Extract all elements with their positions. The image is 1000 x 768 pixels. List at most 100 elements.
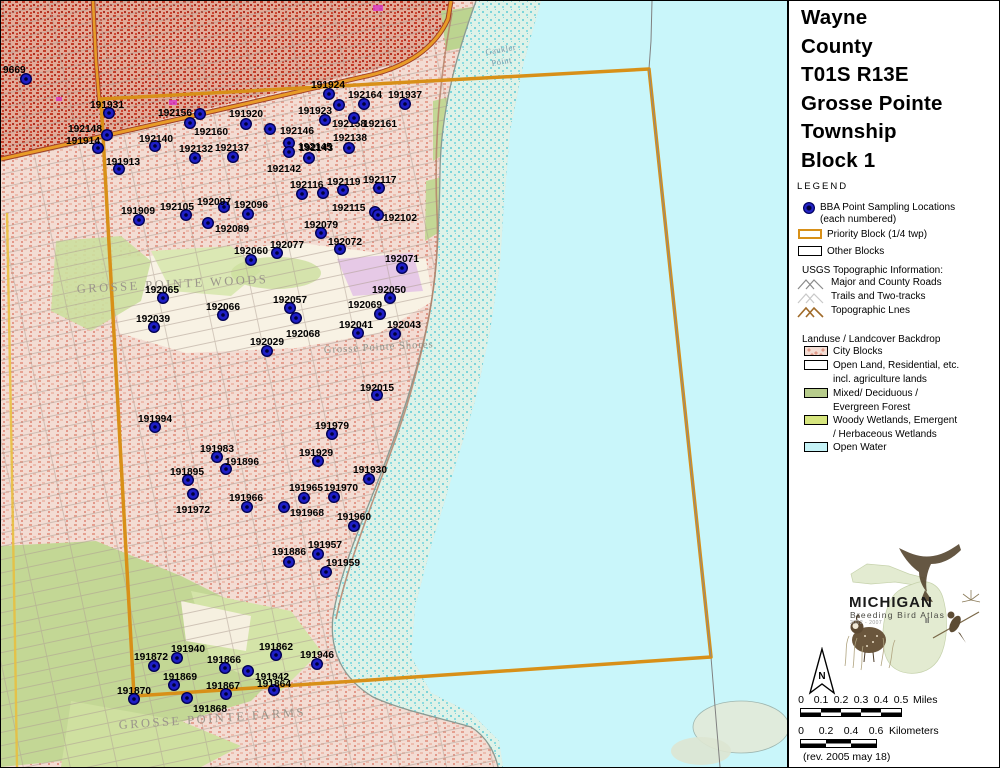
- bba-point-label: 191909: [121, 206, 155, 217]
- usgs-heading: USGS Topographic Information:: [802, 265, 943, 276]
- bba-point-label: 191946: [300, 650, 334, 661]
- title-line: Block 1: [801, 147, 943, 176]
- legend-label-line: BBA Point Sampling Locations: [820, 202, 955, 213]
- bba-point-label: 191864: [257, 679, 291, 690]
- bba-point-label: 191895: [170, 467, 204, 478]
- bba-point-label: 191866: [207, 655, 241, 666]
- legend-item-open-land: Open Land, Residential, etc.: [804, 360, 959, 372]
- forest-swatch-icon: [804, 388, 828, 398]
- legend-label: Woody Wetlands, Emergent: [833, 415, 957, 427]
- bba-point-label: 192077: [270, 240, 304, 251]
- bba-point-label: 192057: [273, 295, 307, 306]
- topo-lines-symbol-icon: [796, 305, 826, 319]
- title-line: County: [801, 33, 943, 62]
- legend-label: Priority Block (1/4 twp): [827, 229, 927, 241]
- bba-point-label: 192148: [68, 124, 102, 135]
- bba-point-label: 191970: [324, 483, 358, 494]
- bba-point-label: 192132: [179, 144, 213, 155]
- bba-point-label: 191994: [138, 414, 172, 425]
- km-scale-labels: 0 0.2 0.4 0.6 Kilometers: [789, 725, 1000, 738]
- mbba-logo: MICHIGAN Breeding Bird Atlas 2002 - 2007…: [837, 544, 991, 678]
- logo-subtitle: Breeding Bird Atlas: [850, 610, 945, 620]
- landuse-heading: Landuse / Landcover Backdrop: [802, 334, 940, 345]
- trails-symbol-icon: [796, 291, 826, 305]
- priority-block-swatch-icon: [798, 229, 822, 239]
- legend-label: Topographic Lnes: [831, 305, 910, 317]
- legend-item-trails: Trails and Two-tracks: [796, 291, 925, 305]
- bba-point-label: 192146: [280, 126, 314, 137]
- miles-scale-labels: 0 0.1 0.2 0.3 0.4 0.5 Miles: [789, 694, 1000, 707]
- bba-point-label: 192068: [286, 329, 320, 340]
- bba-point-label: 192015: [360, 383, 394, 394]
- bba-point-label: 191870: [117, 686, 151, 697]
- bba-point-label: 192041: [339, 320, 373, 331]
- bba-point-label: 191940: [171, 644, 205, 655]
- bba-point-label: 191931: [90, 100, 124, 111]
- scale-tick: 0: [798, 694, 804, 706]
- bba-point-label: 192138: [333, 133, 367, 144]
- legend-label: Other Blocks: [827, 246, 884, 258]
- north-label: N: [818, 671, 825, 682]
- miles-scale-bar: [800, 708, 902, 717]
- bba-point-label: 191960: [337, 512, 371, 523]
- bba-point-label: 191965: [289, 483, 323, 494]
- logo-numeral: II: [925, 616, 929, 625]
- legend-label: Trails and Two-tracks: [831, 291, 925, 303]
- scale-unit: Miles: [913, 694, 938, 706]
- scale-tick: 0.4: [874, 694, 889, 706]
- legend-label: BBA Point Sampling Locations (each numbe…: [820, 202, 955, 225]
- bba-point-label: 191968: [290, 508, 324, 519]
- bba-point-label: 191979: [315, 421, 349, 432]
- title-line: Township: [801, 118, 943, 147]
- bba-point-label: 9669: [3, 65, 26, 76]
- bba-point-label: 192160: [194, 127, 228, 138]
- map-canvas: GROSSE POINTE WOODSGrosse Pointe ShoresG…: [1, 1, 787, 767]
- legend-item-topo-lines: Topographic Lnes: [796, 305, 910, 319]
- other-blocks-swatch-icon: [798, 246, 822, 256]
- bba-point-label: 192102: [383, 213, 417, 224]
- bba-point: [318, 188, 329, 199]
- bba-dot-swatch-icon: [803, 202, 815, 214]
- bba-point-label: 191868: [193, 704, 227, 715]
- logo-title: MICHIGAN: [849, 594, 933, 611]
- bba-point-label: 192065: [145, 285, 179, 296]
- bba-point-label: 191983: [200, 444, 234, 455]
- map-title: Wayne County T01S R13E Grosse Pointe Tow…: [801, 4, 943, 175]
- legend-item-major-roads: Major and County Roads: [796, 277, 942, 291]
- bba-point-label: 192029: [250, 337, 284, 348]
- legend-item-city-blocks: City Blocks: [804, 346, 882, 358]
- bba-point-label: 191862: [259, 642, 293, 653]
- open-land-swatch-icon: [804, 360, 828, 370]
- title-line: Grosse Pointe: [801, 90, 943, 119]
- north-arrow-icon: N: [807, 647, 837, 697]
- scale-tick: 0.1: [814, 694, 829, 706]
- legend-item-forest: Mixed/ Deciduous /: [804, 388, 918, 400]
- bba-point-label: 192043: [387, 320, 421, 331]
- bba-point-label: 192161: [363, 119, 397, 130]
- legend-label-continued: / Herbaceous Wetlands: [833, 429, 937, 440]
- legend-label-line: (each numbered): [820, 214, 896, 225]
- legend-item-wetlands: Woody Wetlands, Emergent: [804, 415, 957, 427]
- legend-panel: Wayne County T01S R13E Grosse Pointe Tow…: [787, 1, 999, 767]
- scale-tick: 0.2: [834, 694, 849, 706]
- bba-point-label: 192097: [197, 197, 231, 208]
- legend-label-continued: incl. agriculture lands: [833, 374, 927, 385]
- scale-unit: Kilometers: [889, 725, 939, 737]
- bba-point-label: 192119: [327, 177, 361, 188]
- map-document: GROSSE POINTE WOODSGrosse Pointe ShoresG…: [0, 0, 1000, 768]
- bba-point-label: 192071: [385, 254, 419, 265]
- legend-label-continued: Evergreen Forest: [833, 402, 910, 413]
- bba-point-label: 192115: [332, 203, 366, 214]
- bba-point-label: 192060: [234, 246, 268, 257]
- legend-label: City Blocks: [833, 346, 882, 358]
- bba-point-label: 191972: [176, 505, 210, 516]
- legend-item-priority-block: Priority Block (1/4 twp): [798, 229, 927, 241]
- legend-label: Open Water: [833, 442, 887, 454]
- bba-point-label: 192089: [215, 224, 249, 235]
- bba-point-label: 191867: [206, 681, 240, 692]
- bba-point-label: 192140: [139, 134, 173, 145]
- legend-label: Major and County Roads: [831, 277, 942, 289]
- bba-point-label: 192164: [348, 90, 382, 101]
- wetlands-swatch-icon: [804, 415, 828, 425]
- bba-point-label: 191896: [225, 457, 259, 468]
